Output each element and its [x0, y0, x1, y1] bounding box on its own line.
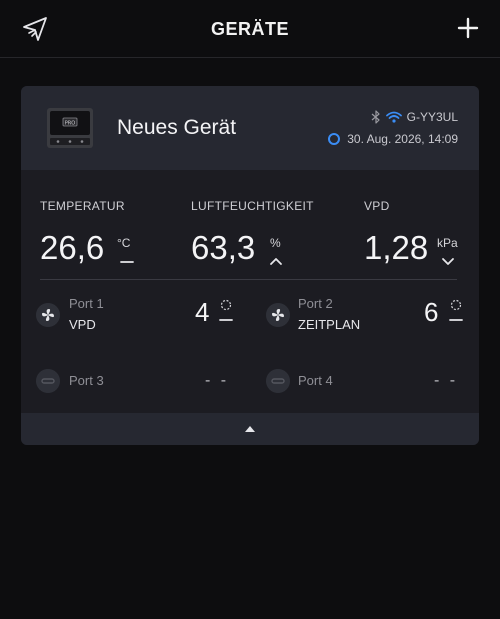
vpd-value: 1,28 [364, 229, 429, 266]
sync-ring-icon [328, 133, 341, 145]
humidity-value: 63,3 [191, 229, 256, 266]
fan-icon [36, 303, 60, 327]
card-footer[interactable] [21, 413, 479, 445]
port-mode: ZEITPLAN [298, 317, 361, 332]
level-indicator-icon [449, 299, 463, 321]
temperature-label: TEMPERATUR [40, 199, 125, 213]
port-label: Port 4 [298, 373, 333, 388]
trend-flat-icon [120, 261, 134, 263]
vpd-label: VPD [364, 199, 390, 213]
device-card-header[interactable]: PRO Neues Gerät G-YY3UL 30. Aug. 2026, 1… [21, 86, 479, 170]
vpd-unit: kPa [437, 236, 458, 250]
add-device-button[interactable] [454, 14, 482, 42]
svg-text:PRO: PRO [65, 121, 75, 127]
connection-status: G-YY3UL [371, 110, 458, 124]
timestamp: 30. Aug. 2026, 14:09 [347, 132, 458, 146]
device-image: PRO [47, 108, 93, 148]
device-id: G-YY3UL [406, 110, 458, 124]
port-mode: VPD [69, 317, 96, 332]
temperature-value: 26,6 [40, 229, 105, 266]
device-name: Neues Gerät [117, 116, 237, 139]
wifi-icon [385, 111, 402, 123]
humidity-label: LUFTFEUCHTIGKEIT [191, 199, 314, 213]
port-level: 4 [195, 297, 210, 327]
port-label: Port 2 [298, 296, 333, 311]
device-card[interactable]: PRO Neues Gerät G-YY3UL 30. Aug. 2026, 1… [21, 86, 479, 445]
port-label: Port 1 [69, 296, 104, 311]
port-level: - - [434, 372, 459, 389]
top-bar: GERÄTE [0, 0, 500, 58]
bluetooth-icon [371, 110, 380, 124]
port-level: 6 [424, 297, 439, 327]
fan-icon [266, 303, 290, 327]
port-level: - - [205, 372, 230, 389]
last-update: 30. Aug. 2026, 14:09 [328, 132, 458, 146]
triangle-up-icon[interactable] [244, 425, 256, 433]
plug-icon [36, 369, 60, 393]
trend-up-icon [270, 258, 282, 265]
temperature-unit: °C [117, 236, 131, 250]
trend-down-icon [442, 258, 454, 265]
plug-icon [266, 369, 290, 393]
humidity-unit: % [270, 236, 281, 250]
page-title: GERÄTE [210, 19, 289, 39]
divider [40, 279, 457, 280]
level-indicator-icon [219, 299, 233, 321]
port-label: Port 3 [69, 373, 104, 388]
